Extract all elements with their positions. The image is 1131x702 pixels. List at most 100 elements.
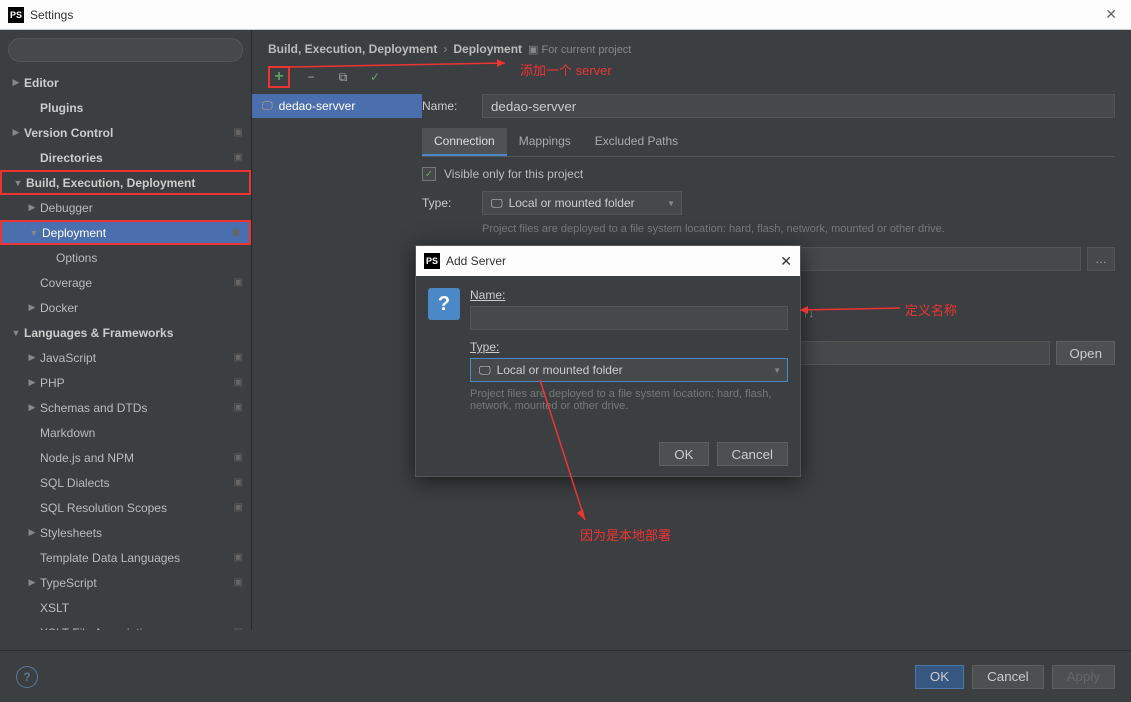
search-input[interactable] [8, 38, 243, 62]
browse-button-1[interactable]: … [1087, 247, 1115, 271]
name-label: Name: [422, 99, 472, 113]
folder-icon: 🖵 [479, 363, 491, 378]
visible-only-label: Visible only for this project [444, 167, 583, 181]
open-button[interactable]: Open [1056, 341, 1115, 365]
sidebar-item[interactable]: Stylesheets [0, 520, 251, 545]
sidebar-item[interactable]: PHP▣ [0, 370, 251, 395]
chevron-icon [8, 328, 24, 338]
sidebar-item-label: Debugger [40, 201, 243, 215]
dialog-name-label: Name: [470, 288, 788, 302]
close-icon[interactable]: ✕ [780, 253, 792, 270]
type-dropdown[interactable]: 🖵 Local or mounted folder [482, 191, 682, 215]
sidebar-item-label: Schemas and DTDs [40, 401, 243, 415]
dialog-type-label: Type: [470, 340, 788, 354]
sidebar-item[interactable]: Plugins [0, 95, 251, 120]
apply-button[interactable]: Apply [1052, 665, 1115, 689]
sidebar-item-label: TypeScript [40, 576, 243, 590]
sidebar-item[interactable]: Options [0, 245, 251, 270]
settings-tree: EditorPluginsVersion Control▣Directories… [0, 70, 251, 630]
chevron-icon [24, 527, 40, 538]
chevron-icon [26, 228, 42, 238]
sidebar-item-label: SQL Resolution Scopes [40, 501, 243, 515]
dialog-cancel-button[interactable]: Cancel [717, 442, 789, 466]
chevron-icon [8, 127, 24, 138]
chevron-icon [24, 377, 40, 388]
sidebar-item[interactable]: Markdown [0, 420, 251, 445]
chevron-icon [24, 202, 40, 213]
server-toolbar: + − ⧉ ✓ [252, 60, 1131, 94]
sidebar-item[interactable]: Template Data Languages▣ [0, 545, 251, 570]
dialog-type-hint: Project files are deployed to a file sys… [470, 388, 788, 412]
add-server-dialog: PS Add Server ✕ ? Name: ↑↓ Type: 🖵 Local… [415, 245, 801, 477]
copy-server-button[interactable]: ⧉ [332, 66, 354, 88]
tab-mappings[interactable]: Mappings [507, 128, 583, 156]
tab-connection[interactable]: Connection [422, 128, 507, 156]
project-scope-icon: ▣ [234, 127, 243, 138]
dialog-ok-button[interactable]: OK [659, 442, 708, 466]
project-scope-icon: ▣ [234, 277, 243, 288]
add-server-button[interactable]: + [268, 66, 290, 88]
project-scope-icon: ▣ [234, 352, 243, 363]
sidebar-item[interactable]: JavaScript▣ [0, 345, 251, 370]
ok-button[interactable]: OK [915, 665, 964, 689]
sidebar-item[interactable]: Schemas and DTDs▣ [0, 395, 251, 420]
sidebar-item[interactable]: Version Control▣ [0, 120, 251, 145]
bottom-bar: ? OK Cancel Apply [0, 650, 1131, 702]
sidebar-item[interactable]: Editor [0, 70, 251, 95]
breadcrumb: Build, Execution, Deployment › Deploymen… [252, 30, 1131, 60]
server-list-item[interactable]: 🖵 dedao-servver [252, 94, 422, 118]
sidebar-item[interactable]: Languages & Frameworks [0, 320, 251, 345]
project-scope-icon: ▣ [234, 477, 243, 488]
chevron-icon [24, 352, 40, 363]
sidebar-item-label: JavaScript [40, 351, 243, 365]
sidebar-item[interactable]: TypeScript▣ [0, 570, 251, 595]
sidebar-item-label: Stylesheets [40, 526, 243, 540]
dialog-type-dropdown[interactable]: 🖵 Local or mounted folder [470, 358, 788, 382]
sidebar-item[interactable]: Deployment▣ [0, 220, 251, 245]
folder-icon: 🖵 [491, 196, 503, 211]
project-scope-icon: ▣ [234, 377, 243, 388]
chevron-icon [8, 77, 24, 88]
server-list: 🖵 dedao-servver [252, 94, 422, 630]
help-icon[interactable]: ? [16, 666, 38, 688]
sidebar-item[interactable]: SQL Resolution Scopes▣ [0, 495, 251, 520]
chevron-icon [24, 577, 40, 588]
visible-only-checkbox[interactable]: ✓ [422, 167, 436, 181]
close-icon[interactable]: ✕ [1099, 6, 1123, 23]
sidebar-item[interactable]: Node.js and NPM▣ [0, 445, 251, 470]
dialog-name-input[interactable] [470, 306, 788, 330]
server-name-input[interactable] [482, 94, 1115, 118]
sidebar-item[interactable]: SQL Dialects▣ [0, 470, 251, 495]
sidebar-item-label: Node.js and NPM [40, 451, 243, 465]
tab-excluded[interactable]: Excluded Paths [583, 128, 690, 156]
sidebar-item[interactable]: XSLT [0, 595, 251, 620]
cancel-button[interactable]: Cancel [972, 665, 1044, 689]
project-scope-icon: ▣ [232, 227, 241, 238]
sidebar-item-label: XSLT [40, 601, 243, 615]
sidebar-item-label: Directories [40, 151, 243, 165]
sidebar-item-label: Editor [24, 76, 243, 90]
sidebar-item[interactable]: Docker [0, 295, 251, 320]
window-title: Settings [30, 8, 73, 22]
project-scope-icon: ▣ [234, 402, 243, 413]
project-scope-icon: ▣ [234, 552, 243, 563]
sidebar-item[interactable]: XSLT File Associations▣ [0, 620, 251, 630]
sort-icon[interactable]: ↑↓ [803, 308, 814, 320]
sidebar-item[interactable]: Debugger [0, 195, 251, 220]
app-icon: PS [8, 7, 24, 23]
type-label: Type: [422, 196, 472, 210]
project-scope-icon: ▣ [234, 502, 243, 513]
chevron-icon [10, 178, 26, 188]
sidebar-item-label: Build, Execution, Deployment [26, 176, 241, 190]
titlebar: PS Settings ✕ [0, 0, 1131, 30]
sidebar-item-label: Plugins [40, 101, 243, 115]
default-server-button[interactable]: ✓ [364, 66, 386, 88]
sidebar-item[interactable]: Build, Execution, Deployment [0, 170, 251, 195]
sidebar-item-label: Docker [40, 301, 243, 315]
remove-server-button[interactable]: − [300, 66, 322, 88]
sidebar-item[interactable]: Directories▣ [0, 145, 251, 170]
sidebar-item[interactable]: Coverage▣ [0, 270, 251, 295]
sidebar-item-label: Version Control [24, 126, 243, 140]
sidebar-item-label: Coverage [40, 276, 243, 290]
question-icon: ? [428, 288, 460, 320]
